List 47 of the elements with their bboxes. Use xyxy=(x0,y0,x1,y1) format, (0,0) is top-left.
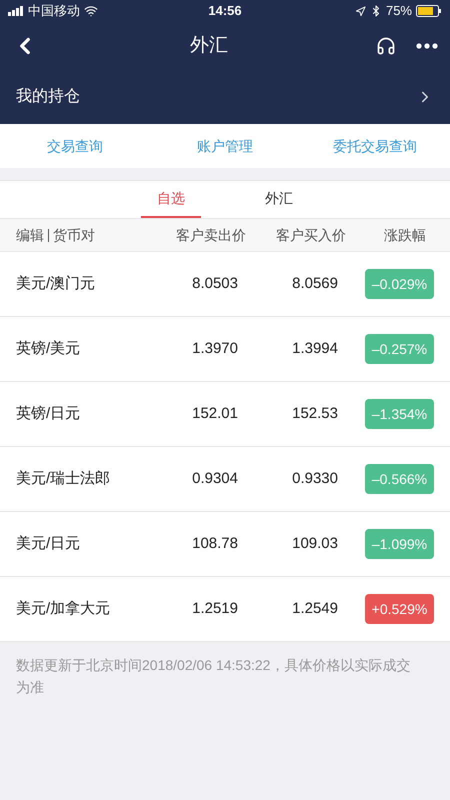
change-badge: –1.099% xyxy=(365,529,434,559)
location-icon xyxy=(354,6,366,16)
table-cell-text: 1.2549 xyxy=(291,598,338,619)
more-button[interactable] xyxy=(416,43,438,49)
table-cell-text: 108.78 xyxy=(191,534,238,554)
table-cell-text: 美元/日元 xyxy=(16,534,82,554)
more-icon xyxy=(416,43,438,49)
wifi-icon xyxy=(84,4,98,18)
quick-link[interactable]: 账户管理 xyxy=(197,136,253,156)
table-cell-text: 152.01 xyxy=(191,404,238,424)
table-cell-text: 美元/加拿大元 xyxy=(16,598,112,619)
signal-icon xyxy=(8,6,24,16)
table-cell-text: 美元/澳门元 xyxy=(16,274,96,294)
change-badge: –0.566% xyxy=(365,464,434,494)
quick-link[interactable]: 委托交易查询 xyxy=(333,136,417,156)
table-cell-text: 英镑/美元 xyxy=(16,338,82,359)
table-cell-text: 152.53 xyxy=(291,404,338,424)
table-cell-text: 109.03 xyxy=(291,534,338,554)
battery-percent: 75% xyxy=(386,2,412,20)
column-header: 货币对 xyxy=(53,226,95,244)
clock-time: 14:56 xyxy=(207,2,243,20)
column-header: 客户买入价 xyxy=(275,226,346,244)
table-cell-text: 1.3970 xyxy=(191,338,238,359)
table-cell-text: 英镑/日元 xyxy=(16,404,82,424)
table-cell-text: 1.3994 xyxy=(291,338,338,359)
battery-icon xyxy=(416,5,442,17)
tab[interactable]: 外汇 xyxy=(249,181,309,218)
edit-button[interactable]: 编辑 xyxy=(16,224,44,246)
table-cell-text: 1.2519 xyxy=(191,598,238,619)
change-badge: +0.529% xyxy=(365,594,434,624)
update-note: 数据更新于北京时间2018/02/06 14:53:22，具体价格以实际成交为准 xyxy=(15,656,412,697)
column-header: 客户卖出价 xyxy=(175,226,246,244)
table-cell-text: 美元/瑞士法郎 xyxy=(16,468,112,489)
quick-link[interactable]: 交易查询 xyxy=(47,136,103,156)
headset-icon xyxy=(376,36,396,56)
table-cell-text: 0.9304 xyxy=(191,468,238,489)
carrier-name: 中国移动 xyxy=(28,2,80,20)
change-badge: –1.354% xyxy=(365,399,434,429)
table-cell-text: 8.0569 xyxy=(291,274,338,294)
change-badge: –0.029% xyxy=(365,269,434,299)
page-title: 外汇 xyxy=(189,34,229,58)
column-header: 涨跌幅 xyxy=(383,226,427,244)
change-badge: –0.257% xyxy=(365,334,434,364)
table-cell-text: 8.0503 xyxy=(191,274,238,294)
customer-service-button[interactable] xyxy=(376,36,396,56)
table-cell-text: 0.9330 xyxy=(291,468,338,489)
holdings-row[interactable]: 我的持仓 xyxy=(0,70,450,124)
